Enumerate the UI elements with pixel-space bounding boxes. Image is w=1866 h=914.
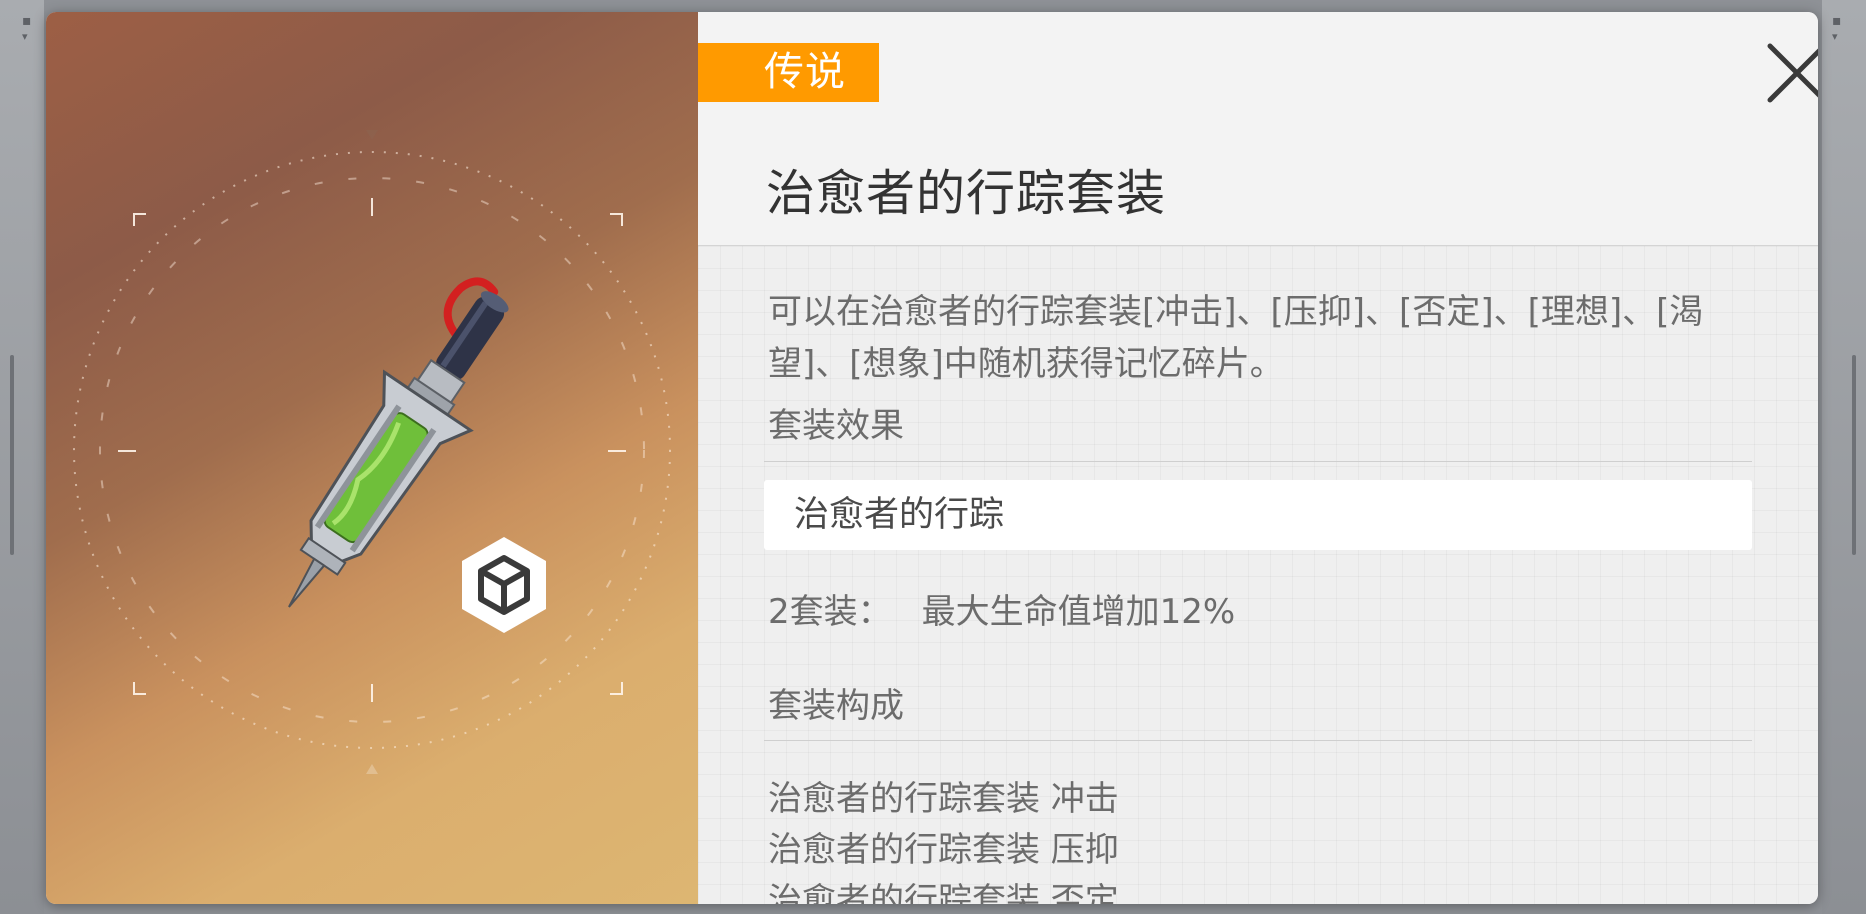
divider [764, 461, 1752, 462]
drag-handle-icon: ▪ [1832, 13, 1842, 29]
close-button[interactable] [1764, 40, 1818, 106]
set-piece-item[interactable]: 治愈者的行踪套装 冲击 [768, 774, 1119, 825]
divider [764, 740, 1752, 741]
item-detail-modal: 传说 治愈者的行踪套装 可以在治愈者的行踪套装[冲击]、[压抑]、[否定]、[理… [46, 12, 1818, 904]
set-bonus-text: 最大生命值增加12% [921, 592, 1236, 632]
chevron-down-icon: ▾ [1832, 30, 1838, 43]
targeting-dial-icon [73, 130, 671, 774]
item-artwork-panel [46, 12, 698, 904]
chevron-down-icon: ▾ [22, 30, 28, 43]
background-right-edge: ▪ ▾ [1822, 0, 1866, 914]
scroll-indicator [10, 355, 14, 555]
set-piece-item[interactable]: 治愈者的行踪套装 否定 [768, 876, 1119, 904]
scroll-indicator [1852, 355, 1856, 555]
close-icon [1767, 43, 1818, 103]
item-header: 传说 治愈者的行踪套装 [698, 12, 1818, 246]
set-bonus: 2套装： 最大生命值增加12% [768, 584, 1235, 633]
item-description: 可以在治愈者的行踪套装[冲击]、[压抑]、[否定]、[理想]、[渴望]、[想象]… [768, 292, 1704, 384]
set-piece-list: 治愈者的行踪套装 冲击 治愈者的行踪套装 压抑 治愈者的行踪套装 否定 [768, 774, 1119, 904]
set-piece-item[interactable]: 治愈者的行踪套装 压抑 [768, 825, 1119, 876]
set-effect-heading: 套装效果 [768, 406, 904, 446]
cube-badge-icon [462, 537, 546, 633]
item-details[interactable]: 可以在治愈者的行踪套装[冲击]、[压抑]、[否定]、[理想]、[渴望]、[想象]… [698, 246, 1818, 904]
item-title: 治愈者的行踪套装 [766, 165, 1167, 222]
set-composition-heading: 套装构成 [768, 686, 904, 726]
set-name-box: 治愈者的行踪 [764, 480, 1752, 550]
item-info-panel: 传说 治愈者的行踪套装 可以在治愈者的行踪套装[冲击]、[压抑]、[否定]、[理… [698, 12, 1818, 904]
drag-handle-icon: ▪ [22, 13, 32, 29]
rarity-badge: 传说 [698, 43, 879, 102]
background-left-edge: ▪ ▾ [0, 0, 44, 914]
set-bonus-label: 2套装： [768, 592, 892, 632]
